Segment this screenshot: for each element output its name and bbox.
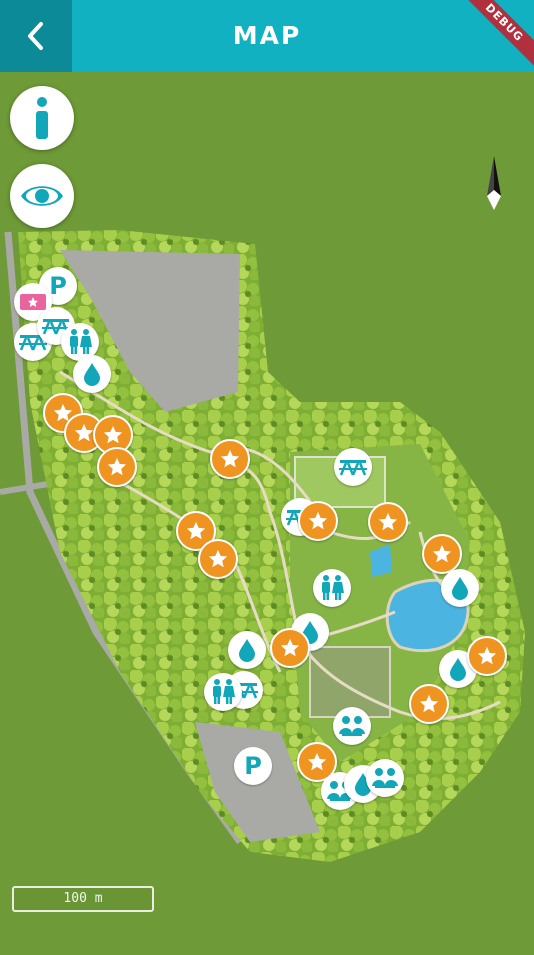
visibility-toggle-button[interactable]: [10, 164, 74, 228]
marker-water[interactable]: [441, 569, 479, 607]
marker-attraction[interactable]: [368, 502, 408, 542]
info-icon: [36, 97, 48, 139]
star-icon: [306, 751, 328, 773]
debug-banner: DEBUG: [462, 0, 534, 72]
star-icon: [418, 693, 440, 715]
marker-picnic[interactable]: [334, 448, 372, 486]
marker-attraction[interactable]: [210, 439, 250, 479]
water-icon: [82, 362, 102, 386]
marker-group[interactable]: [366, 759, 404, 797]
marker-attraction[interactable]: [198, 539, 238, 579]
marker-toilets[interactable]: [204, 673, 242, 711]
star-icon: [431, 543, 453, 565]
scale-label: 100 m: [63, 891, 103, 906]
star-icon: [106, 456, 128, 478]
group-icon: [371, 766, 399, 790]
toilets-icon: [318, 575, 346, 601]
water-icon: [237, 638, 257, 662]
marker-toilets[interactable]: [313, 569, 351, 607]
group-icon: [338, 714, 366, 738]
info-button[interactable]: [10, 86, 74, 150]
water-icon: [448, 657, 468, 681]
water-icon: [450, 576, 470, 600]
star-icon: [219, 448, 241, 470]
app-header: MAP: [0, 0, 534, 72]
north-arrow-icon: [487, 156, 501, 210]
star-icon: [207, 548, 229, 570]
star-icon: [307, 510, 329, 532]
marker-water[interactable]: [228, 631, 266, 669]
marker-attraction[interactable]: [97, 447, 137, 487]
star-icon: [73, 422, 95, 444]
map-illustration: [0, 230, 525, 862]
marker-attraction[interactable]: [422, 534, 462, 574]
marker-water[interactable]: [73, 355, 111, 393]
parking-label: P: [49, 272, 67, 300]
marker-attraction[interactable]: [298, 501, 338, 541]
chevron-left-icon: [28, 22, 43, 50]
star-icon: [279, 637, 301, 659]
parking-label: P: [244, 752, 262, 780]
debug-banner-container: DEBUG: [462, 0, 534, 72]
marker-group[interactable]: [333, 707, 371, 745]
marker-attraction[interactable]: [467, 636, 507, 676]
toilets-icon: [209, 679, 237, 705]
eye-icon: [21, 186, 63, 206]
marker-attraction[interactable]: [270, 628, 310, 668]
star-icon: [476, 645, 498, 667]
star-icon: [102, 424, 124, 446]
picnic-icon: [338, 457, 368, 477]
back-button[interactable]: [0, 0, 72, 72]
park-map[interactable]: P P 100 m: [0, 72, 534, 950]
star-icon: [185, 520, 207, 542]
marker-attraction[interactable]: [409, 684, 449, 724]
ticket-icon: [19, 292, 47, 312]
scale-bar: 100 m: [12, 886, 154, 912]
marker-parking[interactable]: P: [234, 747, 272, 785]
star-icon: [377, 511, 399, 533]
toilets-icon: [66, 329, 94, 355]
